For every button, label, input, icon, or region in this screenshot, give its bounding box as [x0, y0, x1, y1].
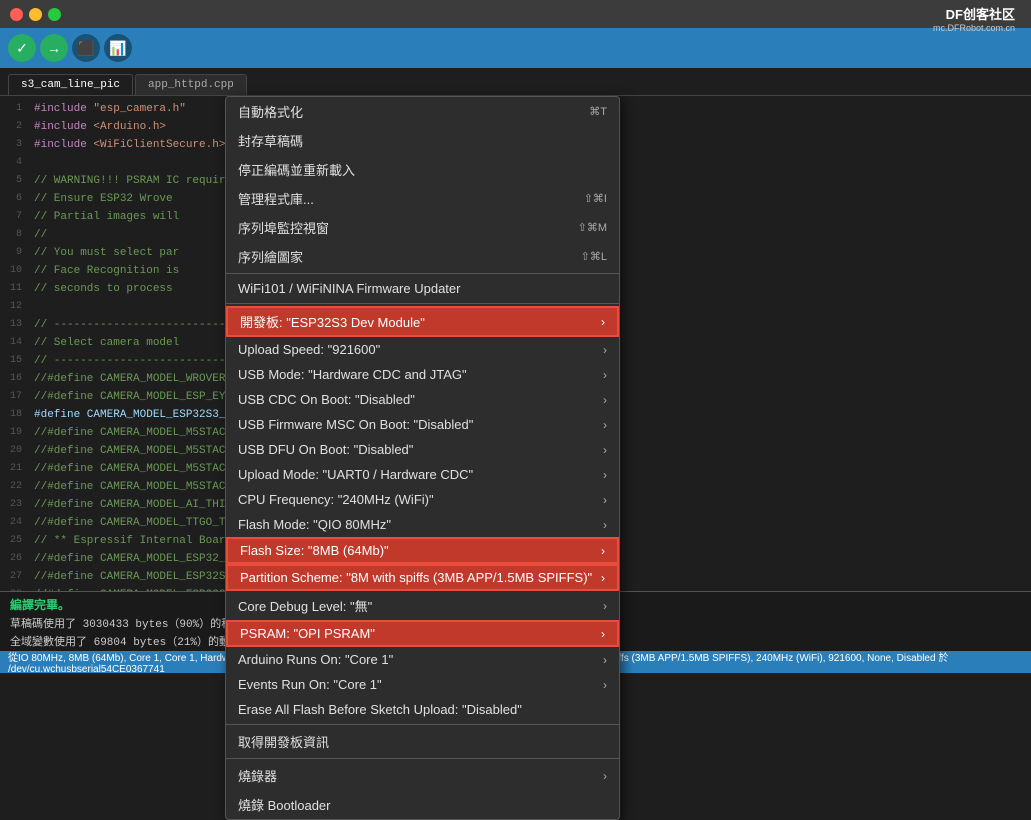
- menu-item-events-run-on[interactable]: Events Run On: "Core 1" ›: [226, 672, 619, 697]
- close-button[interactable]: [10, 8, 23, 21]
- title-bar: DF创客社区 mc.DFRobot.com.cn: [0, 0, 1031, 28]
- minimize-button[interactable]: [29, 8, 42, 21]
- df-logo: DF创客社区 mc.DFRobot.com.cn: [927, 2, 1021, 35]
- menu-item-usb-dfu[interactable]: USB DFU On Boot: "Disabled" ›: [226, 437, 619, 462]
- menu-item-serial-monitor[interactable]: 序列埠監控視窗 ⇧⌘M: [226, 213, 619, 242]
- menu-item-autoformat[interactable]: 自動格式化 ⌘T: [226, 97, 619, 126]
- menu-item-archive[interactable]: 封存草稿碼: [226, 126, 619, 155]
- df-logo-main: DF创客社区: [946, 4, 1015, 23]
- debug-button[interactable]: ⬛: [72, 34, 100, 62]
- maximize-button[interactable]: [48, 8, 61, 21]
- main-area: 1#include "esp_camera.h" 2#include <Ardu…: [0, 96, 1031, 591]
- menu-item-flash-mode[interactable]: Flash Mode: "QIO 80MHz" ›: [226, 512, 619, 537]
- tab-bar: s3_cam_line_pic app_httpd.cpp: [0, 68, 1031, 96]
- dropdown-menu: 自動格式化 ⌘T 封存草稿碼 停正編碼並重新載入 管理程式庫... ⇧⌘I 序列…: [225, 96, 620, 820]
- menu-divider: [226, 724, 619, 725]
- serial-plotter-button[interactable]: 📊: [104, 34, 132, 62]
- tab-s3-cam[interactable]: s3_cam_line_pic: [8, 74, 133, 95]
- menu-item-library-manager[interactable]: 管理程式庫... ⇧⌘I: [226, 184, 619, 213]
- menu-item-stop-reload[interactable]: 停正編碼並重新載入: [226, 155, 619, 184]
- verify-button[interactable]: ✓: [8, 34, 36, 62]
- menu-item-upload-mode[interactable]: Upload Mode: "UART0 / Hardware CDC" ›: [226, 462, 619, 487]
- menu-item-burn-bootloader[interactable]: 燒錄 Bootloader: [226, 790, 619, 819]
- menu-item-flash-size[interactable]: Flash Size: "8MB (64Mb)" ›: [226, 537, 619, 564]
- window-controls: [10, 8, 61, 21]
- menu-item-arduino-runs-on[interactable]: Arduino Runs On: "Core 1" ›: [226, 647, 619, 672]
- menu-divider: [226, 758, 619, 759]
- menu-item-upload-speed[interactable]: Upload Speed: "921600" ›: [226, 337, 619, 362]
- menu-item-cpu-freq[interactable]: CPU Frequency: "240MHz (WiFi)" ›: [226, 487, 619, 512]
- menu-item-programmer[interactable]: 燒錄器 ›: [226, 761, 619, 790]
- df-logo-sub: mc.DFRobot.com.cn: [933, 23, 1015, 33]
- menu-divider: [226, 303, 619, 304]
- status-title-text: 編譯完畢。: [10, 599, 70, 613]
- menu-item-serial-plotter[interactable]: 序列繪圖家 ⇧⌘L: [226, 242, 619, 271]
- menu-item-usb-msc[interactable]: USB Firmware MSC On Boot: "Disabled" ›: [226, 412, 619, 437]
- menu-item-psram[interactable]: PSRAM: "OPI PSRAM" ›: [226, 620, 619, 647]
- menu-item-usb-cdc[interactable]: USB CDC On Boot: "Disabled" ›: [226, 387, 619, 412]
- menu-item-core-debug[interactable]: Core Debug Level: "無" ›: [226, 591, 619, 620]
- tab-app-httpd[interactable]: app_httpd.cpp: [135, 74, 247, 95]
- upload-button[interactable]: →: [40, 34, 68, 62]
- menu-item-erase-flash[interactable]: Erase All Flash Before Sketch Upload: "D…: [226, 697, 619, 722]
- menu-item-usb-mode[interactable]: USB Mode: "Hardware CDC and JTAG" ›: [226, 362, 619, 387]
- menu-item-board[interactable]: 開發板: "ESP32S3 Dev Module" ›: [226, 306, 619, 337]
- menu-item-wifi-updater[interactable]: WiFi101 / WiFiNINA Firmware Updater: [226, 276, 619, 301]
- menu-item-get-board-info[interactable]: 取得開發板資訊: [226, 727, 619, 756]
- toolbar: ✓ → ⬛ 📊: [0, 28, 1031, 68]
- menu-divider: [226, 273, 619, 274]
- menu-item-partition-scheme[interactable]: Partition Scheme: "8M with spiffs (3MB A…: [226, 564, 619, 591]
